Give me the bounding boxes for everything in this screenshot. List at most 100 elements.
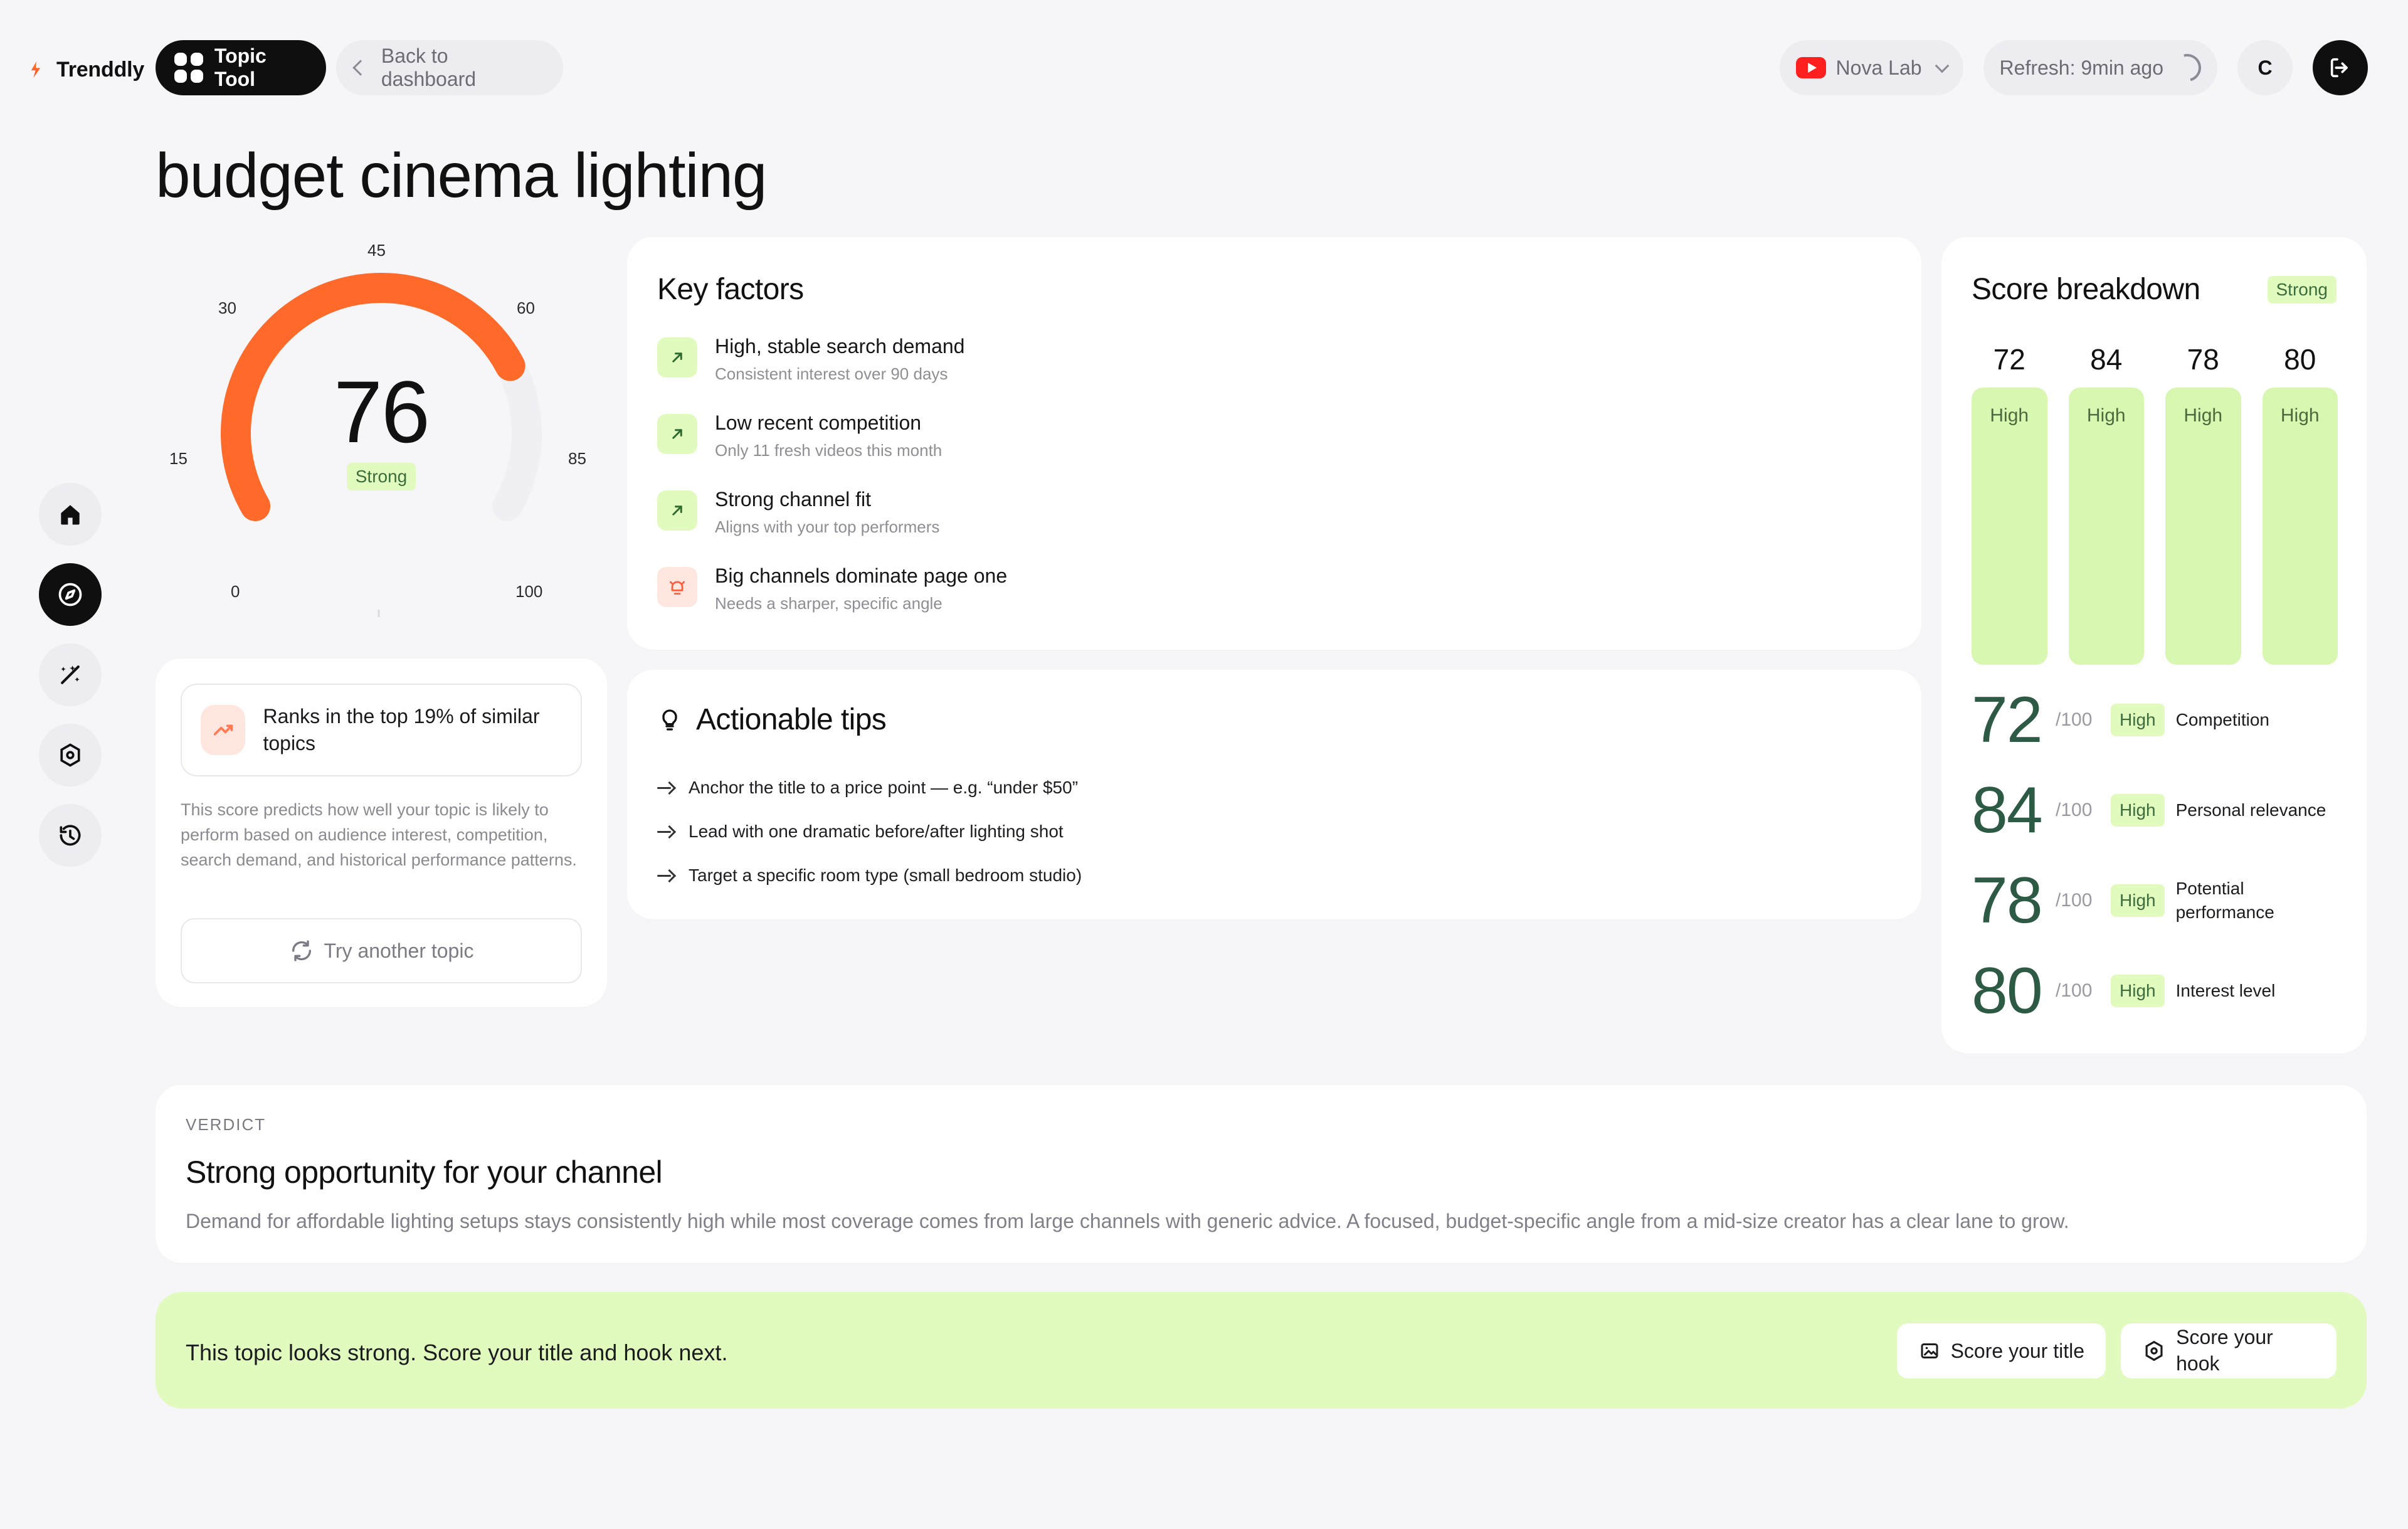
- channel-name: Nova Lab: [1835, 56, 1922, 79]
- factor-item: Strong channel fit Aligns with your top …: [657, 488, 939, 537]
- avatar[interactable]: C: [2237, 40, 2293, 95]
- tip-item: Lead with one dramatic before/after ligh…: [657, 822, 1064, 842]
- rank-headline: Ranks in the top 19% of similar topics: [263, 704, 540, 754]
- history-icon: [60, 825, 81, 846]
- score-breakdown-card: Score breakdown Strong 72 High 84 High 7…: [1941, 237, 2367, 1054]
- rail-compass[interactable]: [39, 563, 102, 626]
- score-bar-level: High: [2184, 405, 2223, 426]
- alarm-icon: [657, 567, 697, 607]
- score-row: 84 /100 High Personal relevance: [1972, 778, 2326, 843]
- score-bar-level: High: [2280, 405, 2320, 426]
- score-bar-level: High: [1990, 405, 2029, 426]
- score-row: 72 /100 High Competition: [1972, 687, 2269, 753]
- try-another-topic-button[interactable]: Try another topic: [181, 918, 582, 983]
- score-bar-fill: High: [1972, 388, 2047, 665]
- score-title-label: Score your title: [1950, 1339, 2084, 1362]
- rail-magic[interactable]: [39, 643, 102, 706]
- gauge-tick-60: 60: [517, 299, 535, 317]
- arrow-up-right-icon: [657, 414, 697, 454]
- gauge-badge-label: Strong: [346, 463, 416, 490]
- tip-item: Anchor the title to a price point — e.g.…: [657, 778, 1078, 798]
- tip-text: Anchor the title to a price point — e.g.…: [689, 778, 1079, 797]
- hexagon-settings-icon: [60, 743, 80, 767]
- score-title-button[interactable]: Score your title: [1896, 1323, 2106, 1378]
- tips-title: Actionable tips: [696, 703, 887, 736]
- score-bar-value: 84: [2090, 343, 2123, 376]
- score-row-level: High: [2111, 704, 2165, 736]
- factor-title: Strong channel fit: [715, 488, 872, 511]
- trend-up-icon: [201, 705, 246, 755]
- score-row-out-of: /100: [2056, 980, 2093, 1001]
- refresh-button[interactable]: Refresh: 9min ago: [1983, 40, 2217, 95]
- refresh-icon: [292, 940, 311, 961]
- chevron-down-icon: [1935, 58, 1949, 73]
- score-bar: 78 High: [2165, 342, 2241, 665]
- tip-text: Target a specific room type (small bedro…: [689, 865, 1082, 885]
- tip-item: Target a specific room type (small bedro…: [657, 865, 1082, 886]
- chevron-left-icon: [352, 60, 369, 76]
- next-step-actions: Score your title Score your hook: [1896, 1323, 2337, 1378]
- score-bar: 80 High: [2262, 342, 2338, 665]
- score-row-label: Interest level: [2175, 981, 2276, 1001]
- score-bar-value: 72: [1993, 343, 2025, 376]
- brand-logo-icon: [26, 60, 45, 79]
- score-row-out-of: /100: [2056, 800, 2093, 820]
- gauge-badge: Strong: [156, 463, 607, 490]
- channel-selector[interactable]: Nova Lab: [1779, 40, 1963, 95]
- factor-subtitle: Needs a sharper, specific angle: [715, 593, 943, 613]
- score-row-label: Competition: [2175, 710, 2269, 730]
- score-row-value: 84: [1972, 774, 2043, 847]
- score-row-level: High: [2111, 884, 2165, 917]
- factor-subtitle: Consistent interest over 90 days: [715, 364, 948, 383]
- arrow-up-right-icon: [657, 490, 697, 531]
- rail-home[interactable]: [39, 483, 102, 546]
- topic-tool-label: Topic Tool: [214, 45, 267, 90]
- back-to-dashboard-button[interactable]: Back to dashboard: [336, 40, 563, 95]
- verdict-kicker: VERDICT: [186, 1115, 267, 1134]
- factor-item: Big channels dominate page one Needs a s…: [657, 564, 1007, 613]
- rail-history[interactable]: [39, 804, 102, 867]
- factor-title: High, stable search demand: [715, 335, 965, 357]
- logout-icon: [2330, 58, 2348, 78]
- gauge-tick-15: 15: [169, 449, 187, 468]
- rail-settings[interactable]: [39, 724, 102, 786]
- factor-title: Low recent competition: [715, 411, 922, 434]
- gauge-tick-0: 0: [231, 582, 240, 601]
- score-gauge: 76 Strong 15 30 45 60 85 0 100: [156, 236, 607, 625]
- score-breakdown-title: Score breakdown: [1972, 273, 2200, 306]
- score-row-label: Personal relevance: [2175, 800, 2326, 820]
- verdict-title: Strong opportunity for your channel: [186, 1155, 663, 1190]
- brand[interactable]: Trenddly: [26, 55, 144, 84]
- try-another-topic-label: Try another topic: [324, 939, 474, 962]
- gauge-value: 76: [334, 362, 430, 461]
- score-bar: 84 High: [2068, 342, 2144, 665]
- score-row-value: 78: [1972, 864, 2043, 937]
- gauge-tick-30: 30: [218, 299, 236, 317]
- score-row: 80 /100 High Interest level: [1972, 958, 2275, 1024]
- score-hook-button[interactable]: Score your hook: [2121, 1323, 2337, 1378]
- hexagon-target-icon: [2145, 1340, 2163, 1362]
- score-row-out-of: /100: [2056, 709, 2093, 730]
- score-bar-fill: High: [2068, 388, 2144, 665]
- score-bars: 72 High 84 High 78 High 80 High: [1972, 342, 2338, 665]
- gauge-tick-45: 45: [367, 241, 386, 260]
- score-bar-value: 80: [2284, 343, 2316, 376]
- next-step-text: This topic looks strong. Score your titl…: [186, 1340, 728, 1365]
- arrow-right-icon: [657, 824, 672, 839]
- back-to-dashboard-label: Back to dashboard: [381, 45, 477, 90]
- avatar-initial: C: [2258, 56, 2273, 79]
- home-icon: [61, 505, 80, 525]
- topic-tool-button[interactable]: Topic Tool: [156, 40, 326, 95]
- score-bar-fill: High: [2262, 388, 2338, 665]
- logout-button[interactable]: [2313, 40, 2368, 95]
- key-factors-title: Key factors: [657, 273, 804, 306]
- score-breakdown-badge: Strong: [2267, 276, 2337, 304]
- page-title: budget cinema lighting: [156, 140, 767, 211]
- score-row-level: High: [2111, 794, 2165, 827]
- youtube-icon: [1795, 57, 1826, 78]
- factor-subtitle: Only 11 fresh videos this month: [715, 440, 943, 460]
- gauge-tick-85: 85: [568, 449, 586, 468]
- score-row-value: 72: [1972, 684, 2043, 756]
- score-row-value: 80: [1972, 955, 2043, 1027]
- rank-card: Ranks in the top 19% of similar topics T…: [156, 659, 607, 1007]
